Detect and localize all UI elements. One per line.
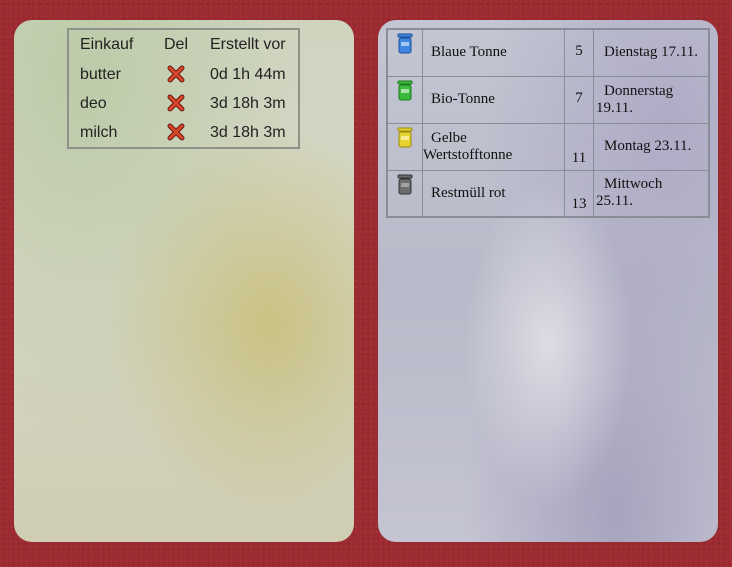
bin-name: Restmüll rot [422,169,565,218]
days-until: 11 [564,122,594,171]
bin-name-line1: Gelbe [431,129,467,146]
item-age: 0d 1h 44m [210,65,286,83]
table-header-row: Einkauf Del Erstellt vor [68,29,299,60]
table-row: milch 3d 18h 3m [68,118,299,148]
days-until: 5 [564,28,594,77]
delete-icon[interactable] [167,65,185,83]
delete-icon[interactable] [167,123,185,141]
table-row: Restmüll rot 13 Mittwoch 25.11. [386,169,710,218]
days-until: 13 [564,169,594,218]
item-name: milch [80,123,118,141]
blue-bin-icon [396,33,414,59]
bin-name: Gelbe Wertstofftonne [422,122,565,171]
pickup-date-line1: Donnerstag [604,82,674,99]
item-age: 3d 18h 3m [210,123,286,141]
table-row: butter 0d 1h 44m [68,60,299,89]
pickup-date: Donnerstag 19.11. [593,75,710,124]
shopping-list-panel: Einkauf Del Erstellt vor butter 0d 1h 44… [14,20,354,542]
bin-name: Bio-Tonne [422,75,565,124]
pickup-date: Dienstag 17.11. [593,28,710,77]
header-erstellt-vor: Erstellt vor [210,36,286,53]
item-age: 3d 18h 3m [210,94,286,112]
green-bin-icon [396,80,414,106]
yellow-bin-icon [396,127,414,153]
pickup-date: Montag 23.11. [593,122,710,171]
item-name: butter [80,65,121,83]
trash-schedule-panel: Blaue Tonne 5 Dienstag 17.11. Bio-Tonne … [378,20,718,542]
table-row: Bio-Tonne 7 Donnerstag 19.11. [386,75,710,124]
grey-bin-icon [396,174,414,200]
days-until: 7 [564,75,594,124]
header-del: Del [163,36,188,53]
table-row: Blaue Tonne 5 Dienstag 17.11. [386,28,710,77]
delete-icon[interactable] [167,94,185,112]
item-name: deo [80,94,107,112]
shopping-list-table: Einkauf Del Erstellt vor butter 0d 1h 44… [67,28,300,149]
table-row: deo 3d 18h 3m [68,89,299,118]
header-einkauf: Einkauf [80,36,134,53]
pickup-date-line2: 19.11. [596,99,633,116]
pickup-date: Mittwoch 25.11. [593,169,710,218]
pickup-date-line1: Mittwoch [604,176,663,193]
trash-schedule-table: Blaue Tonne 5 Dienstag 17.11. Bio-Tonne … [386,28,710,218]
table-row: Gelbe Wertstofftonne 11 Montag 23.11. [386,122,710,171]
bin-name-line2: Wertstofftonne [423,146,513,163]
bin-name: Blaue Tonne [422,28,565,77]
pickup-date-line2: 25.11. [596,193,633,210]
